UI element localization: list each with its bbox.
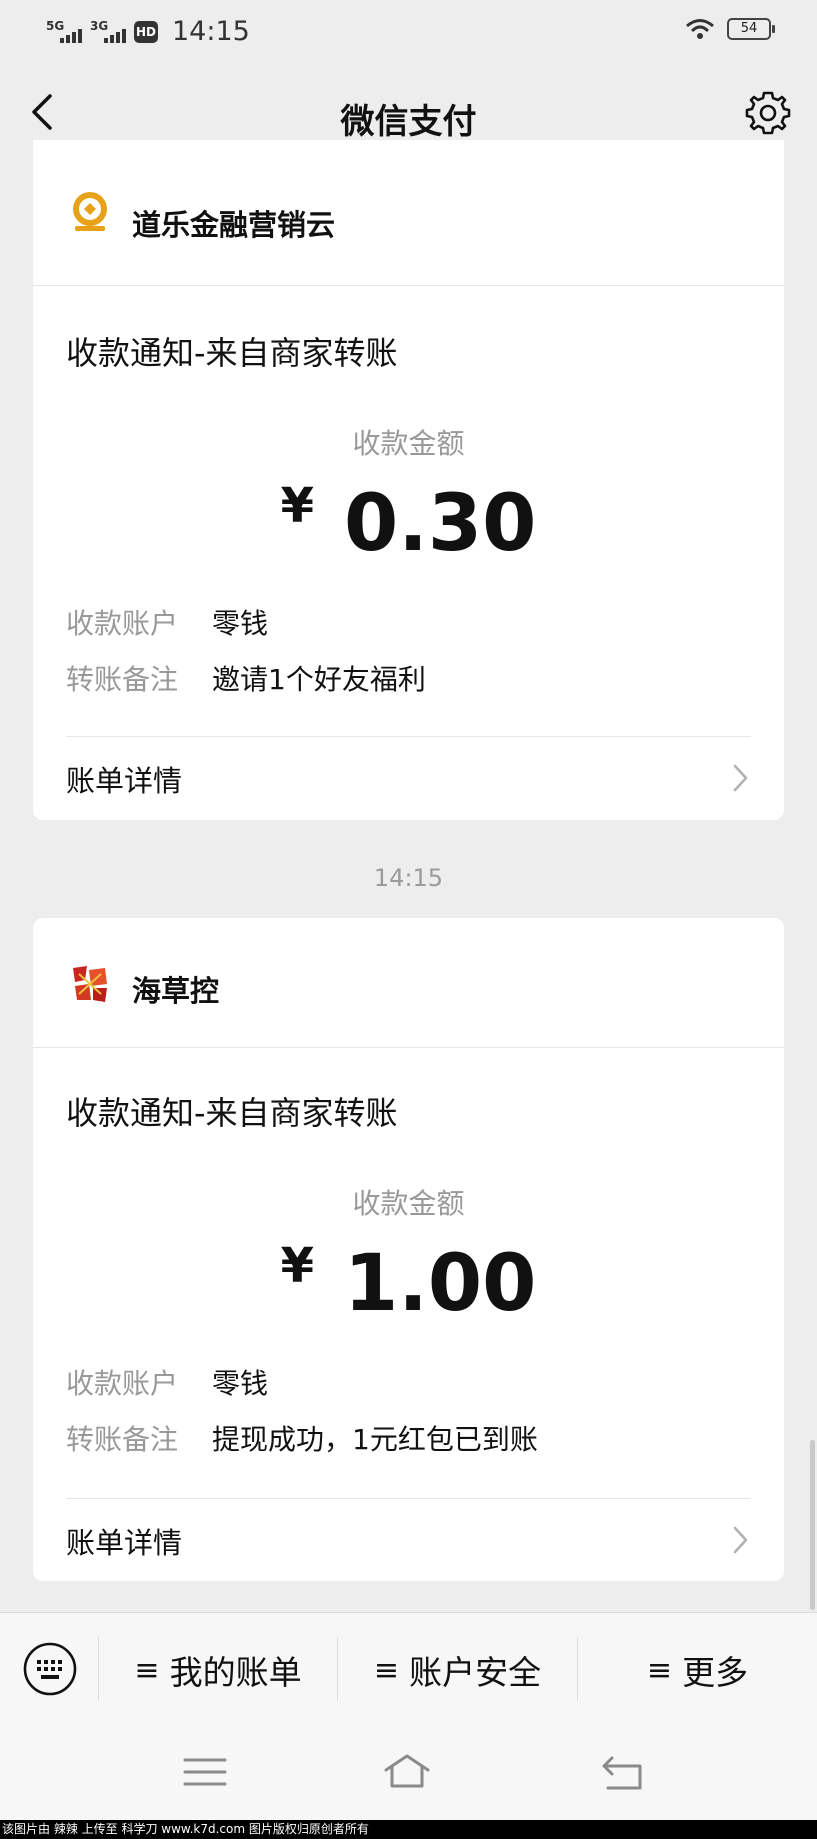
menu-my-bills[interactable]: ≡ 我的账单 [99, 1613, 337, 1727]
remark-row: 转账备注 邀请1个好友福利 [66, 658, 426, 698]
menu-label: 我的账单 [169, 1653, 302, 1692]
remark-key: 转账备注 [66, 663, 179, 696]
bill-detail-link[interactable]: 账单详情 [66, 1498, 751, 1582]
notice-title: 收款通知-来自商家转账 [66, 1094, 398, 1132]
scrollbar[interactable] [810, 1440, 815, 1610]
merchant-header[interactable]: 道乐金融营销云 [33, 140, 784, 286]
status-left: 5G 3G HD 14:15 [46, 16, 250, 47]
menu-lines-icon: ≡ [134, 1652, 160, 1688]
amount-value: 0.30 [343, 479, 537, 569]
amount-value: 1.00 [343, 1239, 537, 1329]
merchant-logo-icon [73, 192, 107, 231]
menu-account-security[interactable]: ≡ 账户安全 [338, 1613, 577, 1727]
merchant-name: 道乐金融营销云 [132, 208, 336, 242]
amount-label: 收款金额 [352, 1187, 465, 1220]
status-right: 54 [685, 18, 775, 40]
notice-title: 收款通知-来自商家转账 [66, 334, 398, 372]
chevron-right-icon [733, 764, 748, 792]
gear-icon[interactable] [745, 90, 791, 136]
payment-message-card: 道乐金融营销云 收款通知-来自商家转账 收款金额 ¥0.30 收款账户 零钱 转账… [33, 140, 784, 820]
account-key: 收款账户 [66, 607, 179, 640]
battery-icon: 54 [727, 18, 775, 40]
remark-key: 转账备注 [66, 1423, 179, 1456]
account-key: 收款账户 [66, 1367, 179, 1400]
bill-detail-label: 账单详情 [66, 1526, 183, 1560]
remark-value: 邀请1个好友福利 [212, 663, 426, 696]
watermark: 该图片由 辣辣 上传至 科学刀 www.k7d.com 图片版权归原创者所有 [0, 1820, 817, 1839]
menu-label: 更多 [682, 1653, 749, 1692]
keyboard-icon[interactable] [22, 1641, 78, 1697]
remark-value: 提现成功，1元红包已到账 [212, 1423, 538, 1456]
page-title: 微信支付 [340, 102, 477, 142]
merchant-header[interactable]: 海草控 [33, 918, 784, 1048]
remark-row: 转账备注 提现成功，1元红包已到账 [66, 1418, 538, 1458]
time-separator: 14:15 [373, 864, 444, 892]
status-bar: 5G 3G HD 14:15 54 [0, 0, 817, 62]
system-nav-bar [0, 1726, 817, 1820]
chevron-right-icon [733, 1526, 748, 1554]
signal-3g-icon: 3G [90, 19, 128, 45]
amount-label: 收款金额 [352, 427, 465, 460]
merchant-logo-icon [73, 966, 107, 1002]
account-value: 零钱 [212, 1367, 269, 1400]
return-icon[interactable] [598, 1750, 648, 1794]
account-row: 收款账户 零钱 [66, 602, 268, 642]
status-time: 14:15 [172, 16, 250, 47]
account-value: 零钱 [212, 607, 269, 640]
wifi-icon [686, 19, 714, 39]
menu-lines-icon: ≡ [646, 1652, 673, 1688]
amount-display: ¥0.30 [33, 478, 784, 569]
merchant-name: 海草控 [132, 974, 220, 1008]
home-icon[interactable] [382, 1750, 432, 1794]
bill-detail-label: 账单详情 [66, 764, 183, 798]
service-menu-bar: ≡ 我的账单 ≡ 账户安全 ≡ 更多 [0, 1612, 817, 1726]
menu-label: 账户安全 [409, 1653, 542, 1692]
bill-detail-link[interactable]: 账单详情 [66, 736, 751, 820]
menu-more[interactable]: ≡ 更多 [578, 1613, 817, 1727]
hd-badge: HD [134, 20, 158, 43]
menu-lines-icon: ≡ [373, 1652, 400, 1688]
currency-symbol: ¥ [280, 1238, 314, 1294]
currency-symbol: ¥ [280, 478, 314, 534]
recent-apps-icon[interactable] [180, 1750, 230, 1794]
payment-message-card: 海草控 收款通知-来自商家转账 收款金额 ¥1.00 收款账户 零钱 转账备注 提现… [33, 918, 784, 1581]
signal-5g-icon: 5G [46, 19, 84, 45]
amount-display: ¥1.00 [33, 1238, 784, 1329]
account-row: 收款账户 零钱 [66, 1362, 268, 1402]
